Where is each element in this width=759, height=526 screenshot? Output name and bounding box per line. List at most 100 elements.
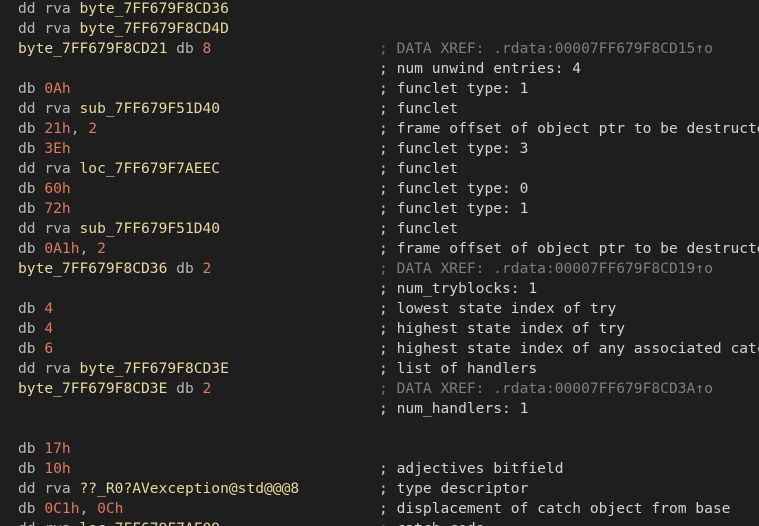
comment-text: frame offset of object ptr to be destruc… xyxy=(396,240,759,257)
mnemonic: dd rva xyxy=(18,520,80,526)
listing-line[interactable]: dd rva sub_7FF679F51D40 ; funclet xyxy=(0,99,759,119)
listing-line[interactable]: dd rva loc_7FF679F7AF09; catch code xyxy=(0,519,759,526)
symbol-name[interactable]: byte_7FF679F8CD3E xyxy=(80,360,229,377)
listing-code: db 3Eh xyxy=(18,139,71,159)
xref-comment[interactable]: ; DATA XREF: .rdata:00007FF679F8CD15↑o xyxy=(379,39,713,59)
comment-marker: ; xyxy=(379,220,397,237)
operand-value: 60h xyxy=(44,180,71,197)
mnemonic: db xyxy=(18,200,45,217)
listing-line[interactable]: ; num_tryblocks: 1 xyxy=(0,279,759,299)
listing-line[interactable]: ; num unwind entries: 4 xyxy=(0,59,759,79)
mnemonic: db xyxy=(18,140,45,157)
operand-value: 6 xyxy=(44,340,54,357)
comment-marker: ; xyxy=(379,40,397,57)
listing-line[interactable]: ; num_handlers: 1 xyxy=(0,399,759,419)
operand-value: 4 xyxy=(44,320,54,337)
comment-marker: ; xyxy=(379,240,397,257)
mnemonic: db xyxy=(18,500,45,517)
listing-line[interactable]: dd rva ??_R0?AVexception@std@@@8 ; type d… xyxy=(0,479,759,499)
mnemonic: db xyxy=(18,240,45,257)
comment-text: num unwind entries: 4 xyxy=(396,60,582,77)
comment-text: DATA XREF: .rdata:00007FF679F8CD3A↑o xyxy=(396,380,713,397)
listing-line[interactable]: dd rva byte_7FF679F8CD3E; list of handle… xyxy=(0,359,759,379)
symbol-name[interactable]: byte_7FF679F8CD21 xyxy=(18,40,167,57)
line-comment: ; type descriptor xyxy=(379,479,528,499)
symbol-name[interactable]: byte_7FF679F8CD3E xyxy=(18,380,167,397)
listing-line[interactable]: db 4; highest state index of try xyxy=(0,319,759,339)
line-comment: ; frame offset of object ptr to be destr… xyxy=(379,239,759,259)
comment-marker: ; xyxy=(379,160,397,177)
line-comment: ; funclet xyxy=(379,99,458,119)
symbol-name[interactable]: loc_7FF679F7AF09 xyxy=(80,520,221,526)
listing-line[interactable]: db 60h; funclet type: 0 xyxy=(0,179,759,199)
comment-marker: ; xyxy=(379,340,397,357)
listing-code: dd rva ??_R0?AVexception@std@@@8 xyxy=(18,479,299,499)
comment-text: num_tryblocks: 1 xyxy=(396,280,538,297)
listing-code: dd rva sub_7FF679F51D40 xyxy=(18,99,220,119)
listing-line[interactable]: db 3Eh ; funclet type: 3 xyxy=(0,139,759,159)
line-comment: ; frame offset of object ptr to be destr… xyxy=(379,119,759,139)
comment-text: highest state index of any associated ca… xyxy=(396,340,759,357)
comment-text: displacement of catch object from base xyxy=(396,500,731,517)
listing-code: db 10h xyxy=(18,459,71,479)
listing-code: dd rva byte_7FF679F8CD36 xyxy=(18,0,229,19)
listing-line[interactable]: db 17h xyxy=(0,439,759,459)
comment-text: funclet xyxy=(396,100,459,117)
comment-marker: ; xyxy=(379,60,397,77)
comment-marker: ; xyxy=(379,300,397,317)
listing-line[interactable]: dd rva byte_7FF679F8CD36 xyxy=(0,0,759,19)
mnemonic: db xyxy=(18,320,45,337)
comment-text: catch code xyxy=(397,520,485,526)
listing-line[interactable]: db 21h, 2; frame offset of object ptr to… xyxy=(0,119,759,139)
mnemonic: dd rva xyxy=(18,220,80,237)
symbol-name[interactable]: sub_7FF679F51D40 xyxy=(80,100,221,117)
listing-line[interactable]: db 10h; adjectives bitfield xyxy=(0,459,759,479)
comment-text: funclet type: 1 xyxy=(396,200,529,217)
comment-text: DATA XREF: .rdata:00007FF679F8CD19↑o xyxy=(396,260,713,277)
listing-line[interactable]: db 72h; funclet type: 1 xyxy=(0,199,759,219)
listing-line[interactable]: byte_7FF679F8CD3E db 2; DATA XREF: .rdat… xyxy=(0,379,759,399)
listing-code: db 17h xyxy=(18,439,71,459)
line-comment: ; funclet type: 3 xyxy=(379,139,528,159)
listing-code: byte_7FF679F8CD3E db 2 xyxy=(18,379,211,399)
comment-marker: ; xyxy=(379,180,397,197)
listing-line[interactable]: db 0C1h, 0Ch; displacement of catch obje… xyxy=(0,499,759,519)
comment-text: highest state index of try xyxy=(396,320,626,337)
listing-line[interactable]: dd rva loc_7FF679F7AEEC; funclet xyxy=(0,159,759,179)
listing-code: dd rva byte_7FF679F8CD3E xyxy=(18,359,229,379)
listing-line[interactable]: byte_7FF679F8CD36 db 2; DATA XREF: .rdat… xyxy=(0,259,759,279)
comment-text: frame offset of object ptr to be destruc… xyxy=(396,120,759,137)
operand-value: 0C1h xyxy=(44,500,80,517)
mnemonic: , xyxy=(79,240,98,257)
comment-text: funclet type: 0 xyxy=(396,180,529,197)
listing-line[interactable]: dd rva sub_7FF679F51D40 ; funclet xyxy=(0,219,759,239)
mnemonic: db xyxy=(18,180,45,197)
comment-marker: ; xyxy=(379,120,397,137)
listing-line[interactable]: db 0Ah; funclet type: 1 xyxy=(0,79,759,99)
listing-line[interactable]: db 0A1h, 2; frame offset of object ptr t… xyxy=(0,239,759,259)
symbol-name[interactable]: sub_7FF679F51D40 xyxy=(80,220,221,237)
mnemonic: , xyxy=(79,500,98,517)
symbol-name[interactable]: loc_7FF679F7AEEC xyxy=(80,160,221,177)
line-comment: ; lowest state index of try xyxy=(379,299,616,319)
xref-comment[interactable]: ; DATA XREF: .rdata:00007FF679F8CD3A↑o xyxy=(379,379,713,399)
operand-value: 3Eh xyxy=(44,140,71,157)
listing-line[interactable]: dd rva byte_7FF679F8CD4D xyxy=(0,19,759,39)
symbol-name[interactable]: byte_7FF679F8CD36 xyxy=(80,0,229,17)
line-comment: ; funclet type: 0 xyxy=(379,179,528,199)
listing-line[interactable]: db 6; highest state index of any associa… xyxy=(0,339,759,359)
disassembly-listing-view[interactable]: dd rva byte_7FF679F8CD36 dd rva byte_7FF6… xyxy=(0,0,759,526)
symbol-name[interactable]: byte_7FF679F8CD4D xyxy=(80,20,229,37)
listing-line[interactable] xyxy=(0,419,759,439)
listing-line[interactable]: db 4; lowest state index of try xyxy=(0,299,759,319)
mnemonic: dd rva xyxy=(18,480,80,497)
xref-comment[interactable]: ; DATA XREF: .rdata:00007FF679F8CD19↑o xyxy=(379,259,713,279)
comment-marker: ; xyxy=(379,380,397,397)
listing-code: db 60h xyxy=(18,179,71,199)
line-comment: ; funclet xyxy=(379,219,458,239)
symbol-name[interactable]: ??_R0?AVexception@std@@@8 xyxy=(80,480,300,497)
listing-line[interactable]: byte_7FF679F8CD21 db 8; DATA XREF: .rdat… xyxy=(0,39,759,59)
symbol-name[interactable]: byte_7FF679F8CD36 xyxy=(18,260,167,277)
comment-marker: ; xyxy=(379,360,397,377)
operand-value: 2 xyxy=(202,380,212,397)
